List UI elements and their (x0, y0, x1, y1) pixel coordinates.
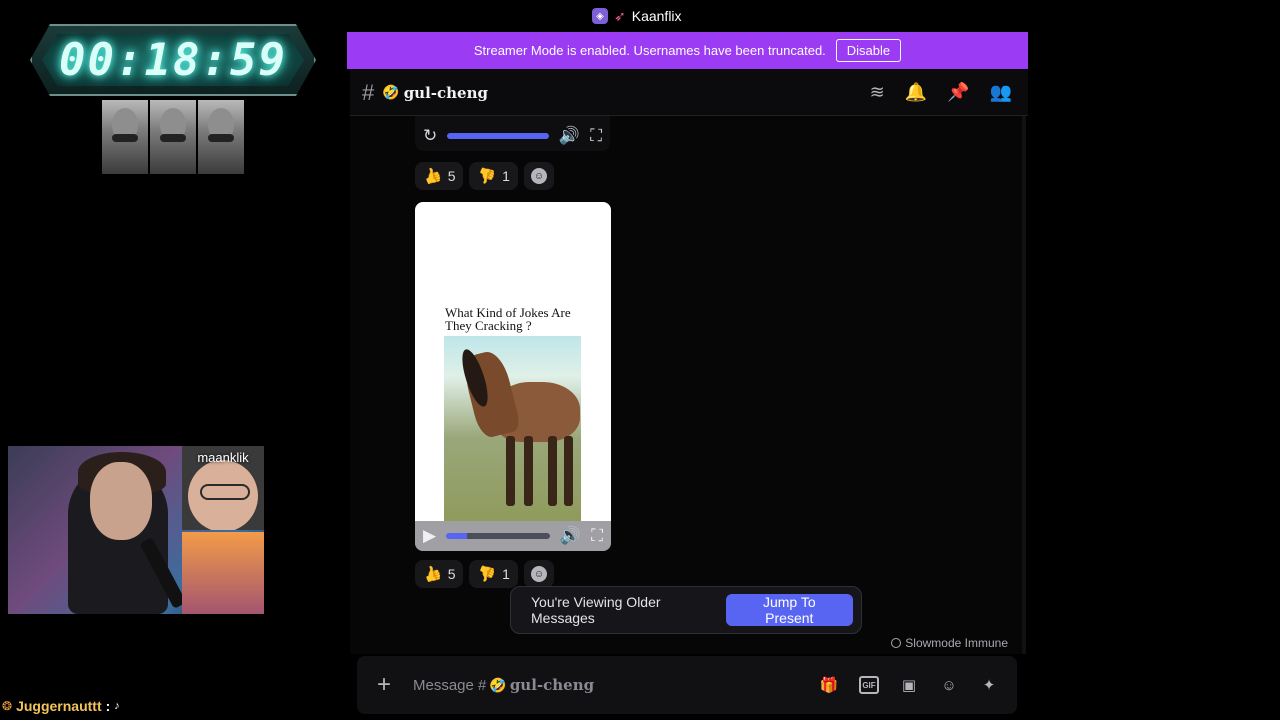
reaction-count: 1 (502, 566, 510, 582)
video-progress[interactable] (446, 533, 550, 539)
header-toolbar: ≋ 🔔 📌 👥 (870, 70, 1012, 115)
reaction-thumbs-up[interactable]: 👍 5 (415, 560, 464, 588)
horse-video-frame (444, 336, 581, 521)
older-messages-notice: You're Viewing Older Messages Jump To Pr… (510, 586, 862, 634)
fullscreen-icon[interactable]: ⛶ (591, 526, 603, 546)
app-title: Kaanflix (631, 8, 682, 24)
composer-toolbar: 🎁 GIF ▣ ☺ ✦ (819, 675, 999, 695)
emoji-icon[interactable]: ☺ (939, 675, 959, 695)
webcam-overlay: maanklik (8, 446, 264, 614)
volume-icon[interactable]: 🔊 (560, 526, 581, 546)
reaction-count: 5 (447, 168, 456, 184)
stopwatch-icon (891, 638, 902, 648)
add-reaction-button[interactable]: ☺ (523, 560, 554, 588)
stream-chat-line: ❂ Juggernauttt : ♪ (2, 698, 120, 714)
reaction-thumbs-up[interactable]: 👍 5 (415, 162, 464, 190)
placeholder-channel: gul-cheng (509, 676, 595, 694)
add-reaction-button[interactable]: ☺ (523, 162, 554, 190)
bell-icon[interactable]: 🔔 (905, 82, 927, 103)
face-image (150, 100, 196, 174)
channel-header: # 🤣 gul-cheng ≋ 🔔 📌 👥 (350, 70, 1028, 116)
fullscreen-icon[interactable]: ⛶ (590, 126, 602, 146)
video-controls: ↻ 🔊 ⛶ (423, 122, 602, 150)
face-image (198, 100, 244, 174)
thumbs-up-icon: 👍 (420, 165, 445, 188)
video-attachment[interactable]: What Kind of Jokes Are They Cracking ? ▶… (415, 202, 611, 551)
face-image (102, 100, 148, 174)
members-icon[interactable]: 👥 (990, 82, 1012, 103)
message-input[interactable]: Message # 🤣 gul-cheng (413, 676, 819, 694)
channel-name: gul-cheng (403, 83, 488, 102)
video-caption: What Kind of Jokes Are They Cracking ? (445, 305, 571, 333)
reaction-count: 1 (502, 168, 510, 184)
smiley-icon: ☺ (530, 566, 547, 582)
app-icon: ◈ (592, 8, 608, 24)
reaction-thumbs-down[interactable]: 👎 1 (469, 560, 518, 588)
timer-value: 00:18:59 (59, 34, 287, 86)
threads-icon[interactable]: ≋ (870, 82, 885, 103)
thumbs-up-icon: 👍 (420, 563, 445, 586)
rocket-icon: ➶ (614, 7, 626, 24)
chat-username: Juggernauttt (16, 698, 102, 714)
disable-button[interactable]: Disable (835, 39, 902, 62)
video-progress[interactable] (447, 133, 549, 139)
message-list[interactable]: ↻ 🔊 ⛶ 👍 5 👎 1 ☺ What Kind of Jokes Are T… (350, 116, 1024, 654)
slowmode-indicator: Slowmode Immune (891, 636, 1008, 650)
older-messages-text: You're Viewing Older Messages (531, 594, 661, 626)
hash-icon: # (362, 79, 375, 105)
reaction-count: 5 (447, 566, 456, 582)
gift-icon[interactable]: 🎁 (819, 675, 839, 695)
play-icon[interactable]: ▶ (423, 526, 436, 546)
video-player[interactable]: ↻ 🔊 ⛶ (415, 116, 610, 151)
webcam-inset: maanklik (182, 446, 264, 530)
video-controls: ▶ 🔊 ⛶ (415, 521, 611, 551)
banner-text: Streamer Mode is enabled. Usernames have… (473, 43, 826, 58)
window-title: ◈ ➶ Kaanflix (592, 7, 682, 25)
apps-icon[interactable]: ✦ (979, 675, 999, 695)
chat-separator: : (105, 698, 111, 714)
laughing-emoji-icon: 🤣 (382, 84, 400, 101)
stream-timer: 00:18:59 (30, 24, 316, 96)
thumbs-down-icon: 👎 (474, 563, 499, 586)
laughing-emoji-icon: 🤣 (489, 676, 507, 693)
reaction-bar: 👍 5 👎 1 ☺ (415, 162, 554, 190)
reaction-thumbs-down[interactable]: 👎 1 (469, 162, 518, 190)
volume-icon[interactable]: 🔊 (559, 126, 580, 146)
reaction-bar: 👍 5 👎 1 ☺ (415, 560, 554, 588)
channel-title: 🤣 gul-cheng (382, 84, 488, 102)
face-strip (102, 100, 244, 174)
streamer-mode-banner: Streamer Mode is enabled. Usernames have… (347, 32, 1028, 69)
jump-to-present-button[interactable]: Jump To Present (725, 594, 853, 626)
replay-icon[interactable]: ↻ (423, 126, 437, 146)
cookie-icon: ❂ (2, 699, 13, 713)
message-scrollbar[interactable] (1022, 116, 1026, 654)
add-attachment-button[interactable]: + (373, 673, 395, 697)
smiley-icon: ☺ (530, 168, 547, 184)
thumbs-down-icon: 👎 (474, 165, 499, 188)
message-composer[interactable]: + Message # 🤣 gul-cheng 🎁 GIF ▣ ☺ ✦ (357, 656, 1017, 714)
gif-icon[interactable]: GIF (859, 676, 879, 694)
slowmode-text: Slowmode Immune (905, 636, 1008, 650)
placeholder-prefix: Message # (413, 676, 487, 694)
pin-icon[interactable]: 📌 (947, 82, 969, 103)
sticker-icon[interactable]: ▣ (899, 675, 919, 695)
emote-icon: ♪ (114, 700, 120, 712)
webcam-label: maanklik (197, 450, 249, 465)
